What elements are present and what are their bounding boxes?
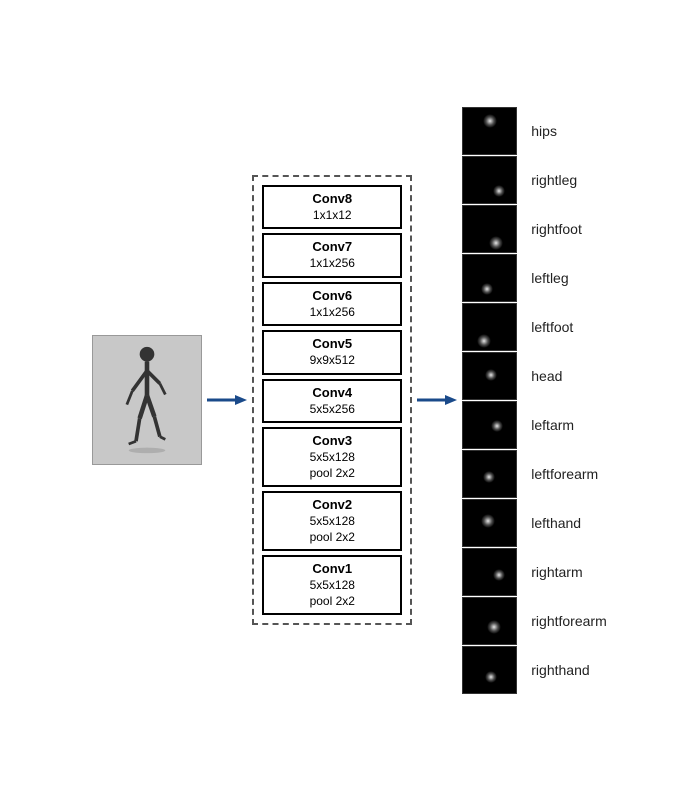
conv6-name: Conv6 bbox=[272, 288, 392, 305]
heatmap-rightleg bbox=[462, 156, 517, 204]
label-head: head bbox=[525, 352, 606, 400]
label-leftfoot: leftfoot bbox=[525, 303, 606, 351]
conv8-name: Conv8 bbox=[272, 191, 392, 208]
conv3-name: Conv3 bbox=[272, 433, 392, 450]
heatmap-head bbox=[462, 352, 517, 400]
heatmap-leftfoot bbox=[462, 303, 517, 351]
heatmap-leftarm bbox=[462, 401, 517, 449]
conv3-params: 5x5x128 bbox=[272, 450, 392, 466]
conv1-name: Conv1 bbox=[272, 561, 392, 578]
conv-layer-conv8: Conv8 1x1x12 bbox=[262, 185, 402, 229]
label-lefthand: lefthand bbox=[525, 499, 606, 547]
label-righthand: righthand bbox=[525, 646, 606, 694]
conv4-params: 5x5x256 bbox=[272, 402, 392, 418]
conv7-name: Conv7 bbox=[272, 239, 392, 256]
heatmap-hips bbox=[462, 107, 517, 155]
conv2-name: Conv2 bbox=[272, 497, 392, 514]
person-silhouette bbox=[117, 345, 177, 455]
conv-layer-conv2: Conv2 5x5x128 pool 2x2 bbox=[262, 491, 402, 551]
label-hips: hips bbox=[525, 107, 606, 155]
label-leftleg: leftleg bbox=[525, 254, 606, 302]
conv-layer-conv6: Conv6 1x1x256 bbox=[262, 282, 402, 326]
conv5-name: Conv5 bbox=[272, 336, 392, 353]
heatmap-lefthand bbox=[462, 499, 517, 547]
label-rightfoot: rightfoot bbox=[525, 205, 606, 253]
arrow-input-to-network bbox=[202, 390, 252, 410]
conv-layer-conv1: Conv1 5x5x128 pool 2x2 bbox=[262, 555, 402, 615]
heatmap-rightfoot bbox=[462, 205, 517, 253]
heatmap-leftforearm bbox=[462, 450, 517, 498]
network-box: Conv8 1x1x12 Conv7 1x1x256 Conv6 1x1x256… bbox=[252, 175, 412, 626]
conv2-extra: pool 2x2 bbox=[272, 530, 392, 546]
conv7-params: 1x1x256 bbox=[272, 256, 392, 272]
conv2-params: 5x5x128 bbox=[272, 514, 392, 530]
heatmap-leftleg bbox=[462, 254, 517, 302]
label-rightforearm: rightforearm bbox=[525, 597, 606, 645]
conv1-params: 5x5x128 bbox=[272, 578, 392, 594]
conv-layer-conv5: Conv5 9x9x512 bbox=[262, 330, 402, 374]
heatmap-rightarm bbox=[462, 548, 517, 596]
heatmaps-column bbox=[462, 107, 517, 694]
input-image bbox=[92, 335, 202, 465]
labels-column: hips rightleg rightfoot leftleg leftfoot… bbox=[525, 107, 606, 694]
label-rightarm: rightarm bbox=[525, 548, 606, 596]
conv3-extra: pool 2x2 bbox=[272, 466, 392, 482]
conv-layer-conv4: Conv4 5x5x256 bbox=[262, 379, 402, 423]
conv1-extra: pool 2x2 bbox=[272, 594, 392, 610]
label-leftforearm: leftforearm bbox=[525, 450, 606, 498]
diagram: Conv8 1x1x12 Conv7 1x1x256 Conv6 1x1x256… bbox=[92, 107, 606, 694]
label-rightleg: rightleg bbox=[525, 156, 606, 204]
label-leftarm: leftarm bbox=[525, 401, 606, 449]
heatmap-righthand bbox=[462, 646, 517, 694]
conv6-params: 1x1x256 bbox=[272, 305, 392, 321]
conv5-params: 9x9x512 bbox=[272, 353, 392, 369]
conv-layer-conv7: Conv7 1x1x256 bbox=[262, 233, 402, 277]
heatmap-rightforearm bbox=[462, 597, 517, 645]
conv4-name: Conv4 bbox=[272, 385, 392, 402]
output-section: hips rightleg rightfoot leftleg leftfoot… bbox=[462, 107, 606, 694]
arrow-network-to-output bbox=[412, 390, 462, 410]
conv-layer-conv3: Conv3 5x5x128 pool 2x2 bbox=[262, 427, 402, 487]
conv8-params: 1x1x12 bbox=[272, 208, 392, 224]
